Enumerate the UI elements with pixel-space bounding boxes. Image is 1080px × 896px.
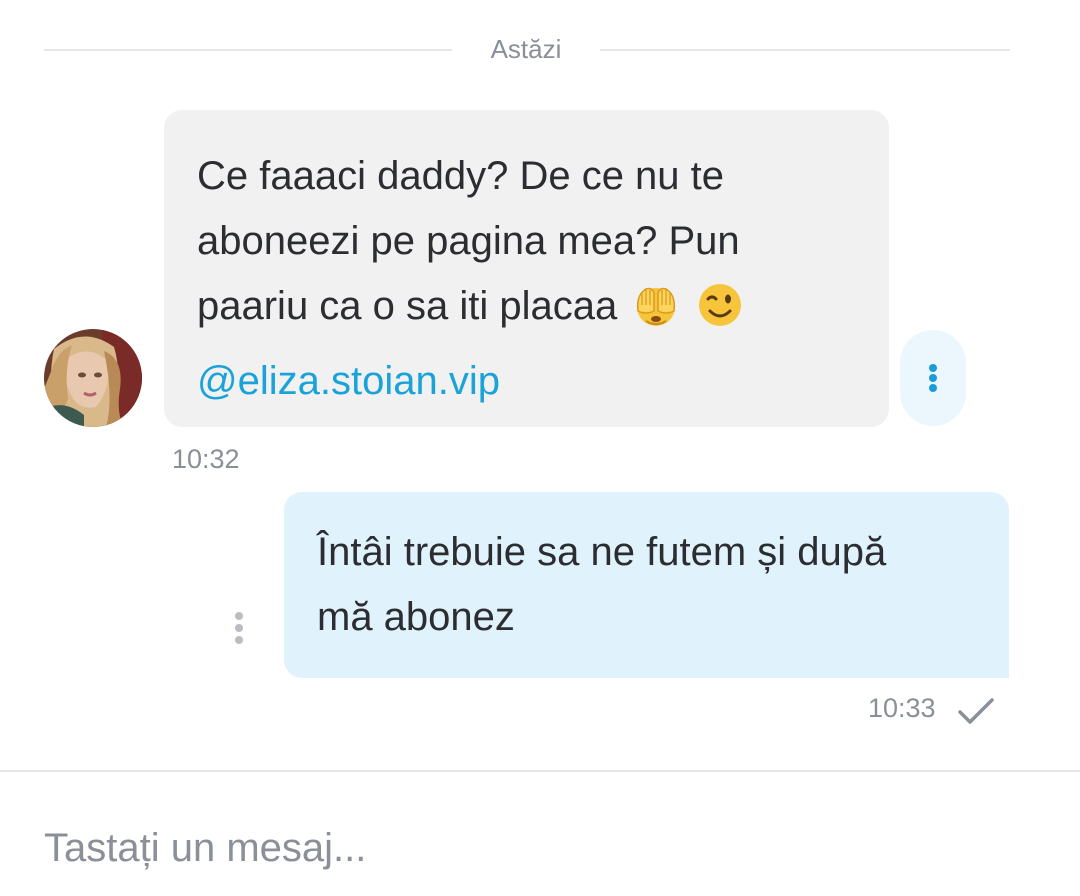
- separator-line: [600, 49, 1010, 51]
- dot: [235, 612, 243, 620]
- incoming-timestamp: 10:32: [172, 444, 240, 474]
- composer-divider: [0, 770, 1080, 772]
- message-options-button[interactable]: [900, 330, 966, 426]
- message-line: paariu ca o sa iti placaa: [197, 284, 618, 328]
- separator-line: [44, 49, 452, 51]
- outgoing-message-bubble[interactable]: Întâi trebuie sa ne futem și după mă abo…: [284, 492, 1009, 678]
- winking-face-icon: [696, 281, 744, 349]
- dot: [235, 636, 243, 644]
- dot: [235, 624, 243, 632]
- message-line: mă abonez: [317, 595, 515, 639]
- see-no-evil-monkey-icon: [632, 281, 680, 349]
- date-separator: Astăzi: [44, 30, 1010, 70]
- date-label: Astăzi: [490, 34, 562, 64]
- message-options-button[interactable]: [226, 606, 252, 650]
- message-line: Ce faaaci daddy? De ce nu te: [197, 154, 725, 198]
- mention-link[interactable]: @eliza.stoian.vip: [197, 349, 859, 414]
- dot: [929, 364, 937, 372]
- incoming-message-bubble[interactable]: Ce faaaci daddy? De ce nu te aboneezi pe…: [164, 110, 889, 427]
- avatar-image: [44, 329, 142, 427]
- dot: [929, 374, 937, 382]
- dot: [929, 384, 937, 392]
- message-line-with-emoji: paariu ca o sa iti placaa: [197, 274, 859, 349]
- outgoing-timestamp: 10:33: [868, 693, 936, 723]
- message-line: aboneezi pe pagina mea? Pun: [197, 219, 740, 263]
- chat-screen: Astăzi Ce faaaci daddy? De ce nu te abon…: [0, 0, 1080, 896]
- message-line: Întâi trebuie sa ne futem și după: [317, 530, 887, 574]
- contact-avatar[interactable]: [44, 329, 142, 427]
- message-input[interactable]: [44, 800, 1034, 896]
- check-icon: [958, 698, 994, 724]
